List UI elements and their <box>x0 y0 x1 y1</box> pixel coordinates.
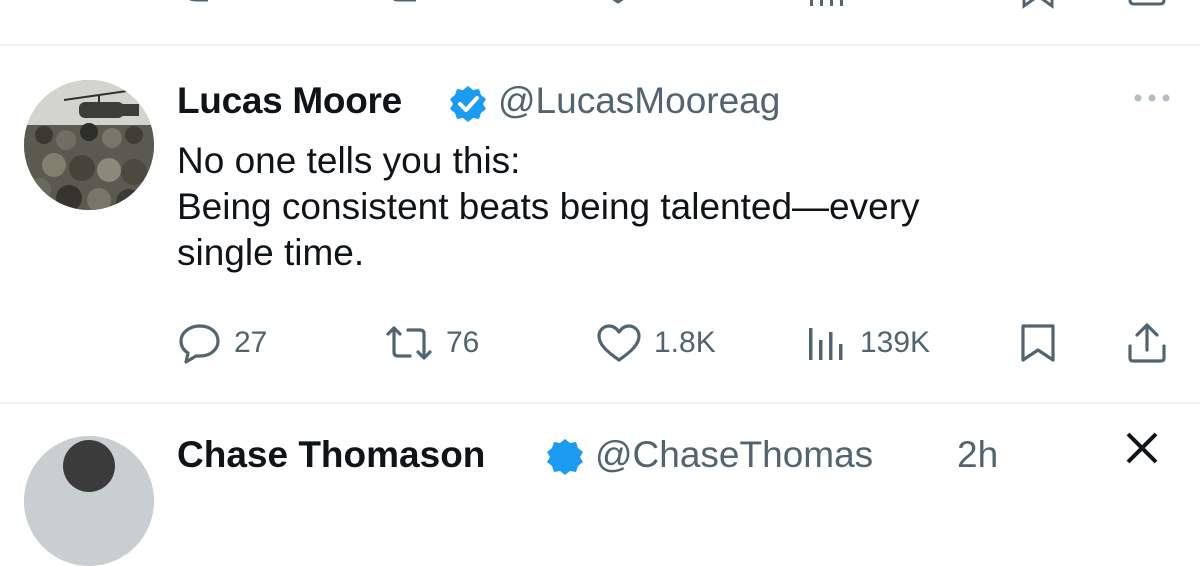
views-icon[interactable] <box>808 0 848 10</box>
more-options-icon[interactable] <box>1132 90 1172 106</box>
views-icon <box>809 328 843 360</box>
reply-count: 27 <box>234 326 268 359</box>
bookmark-button[interactable] <box>1018 322 1058 364</box>
share-button[interactable] <box>1126 322 1168 364</box>
avatar[interactable] <box>24 80 154 210</box>
tweet-time[interactable]: 2h <box>957 432 998 478</box>
views-count: 139K <box>860 326 931 359</box>
divider-top <box>0 44 1200 46</box>
author-name[interactable]: Chase Thomason <box>177 432 485 478</box>
tweet-text-line: No one tells you this: <box>177 140 521 181</box>
views-button[interactable]: 139K <box>806 322 930 364</box>
share-icon <box>1128 323 1166 363</box>
repost-icon[interactable] <box>388 0 438 10</box>
share-icon[interactable] <box>1128 0 1168 10</box>
tweet-text: No one tells you this: Being consistent … <box>177 138 1137 276</box>
reply-icon[interactable] <box>178 0 214 10</box>
reply-icon <box>179 324 220 364</box>
author-handle[interactable]: @LucasMooreag <box>498 78 780 124</box>
bookmark-icon <box>1021 324 1055 362</box>
tweet-text-line: single time. <box>177 232 365 273</box>
tweet-text-line: Being consistent beats being talented—ev… <box>177 186 920 227</box>
avatar-photo <box>24 436 154 566</box>
like-count: 1.8K <box>654 326 716 359</box>
author-handle[interactable]: @ChaseThomas <box>595 432 873 478</box>
verified-badge-icon <box>450 86 486 122</box>
avatar[interactable] <box>24 436 154 566</box>
repost-icon <box>386 326 432 360</box>
x-logo-icon[interactable] <box>1124 430 1160 466</box>
repost-count: 76 <box>446 326 480 359</box>
like-button[interactable]: 1.8K <box>596 322 716 364</box>
divider-bottom <box>0 402 1200 404</box>
like-icon[interactable] <box>598 0 638 10</box>
like-icon <box>597 324 641 362</box>
author-name[interactable]: Lucas Moore <box>177 78 402 124</box>
verified-badge-icon <box>547 439 583 475</box>
repost-button[interactable]: 76 <box>384 322 479 364</box>
avatar-photo <box>24 80 154 210</box>
bookmark-icon[interactable] <box>1020 0 1056 10</box>
reply-button[interactable]: 27 <box>178 322 267 364</box>
